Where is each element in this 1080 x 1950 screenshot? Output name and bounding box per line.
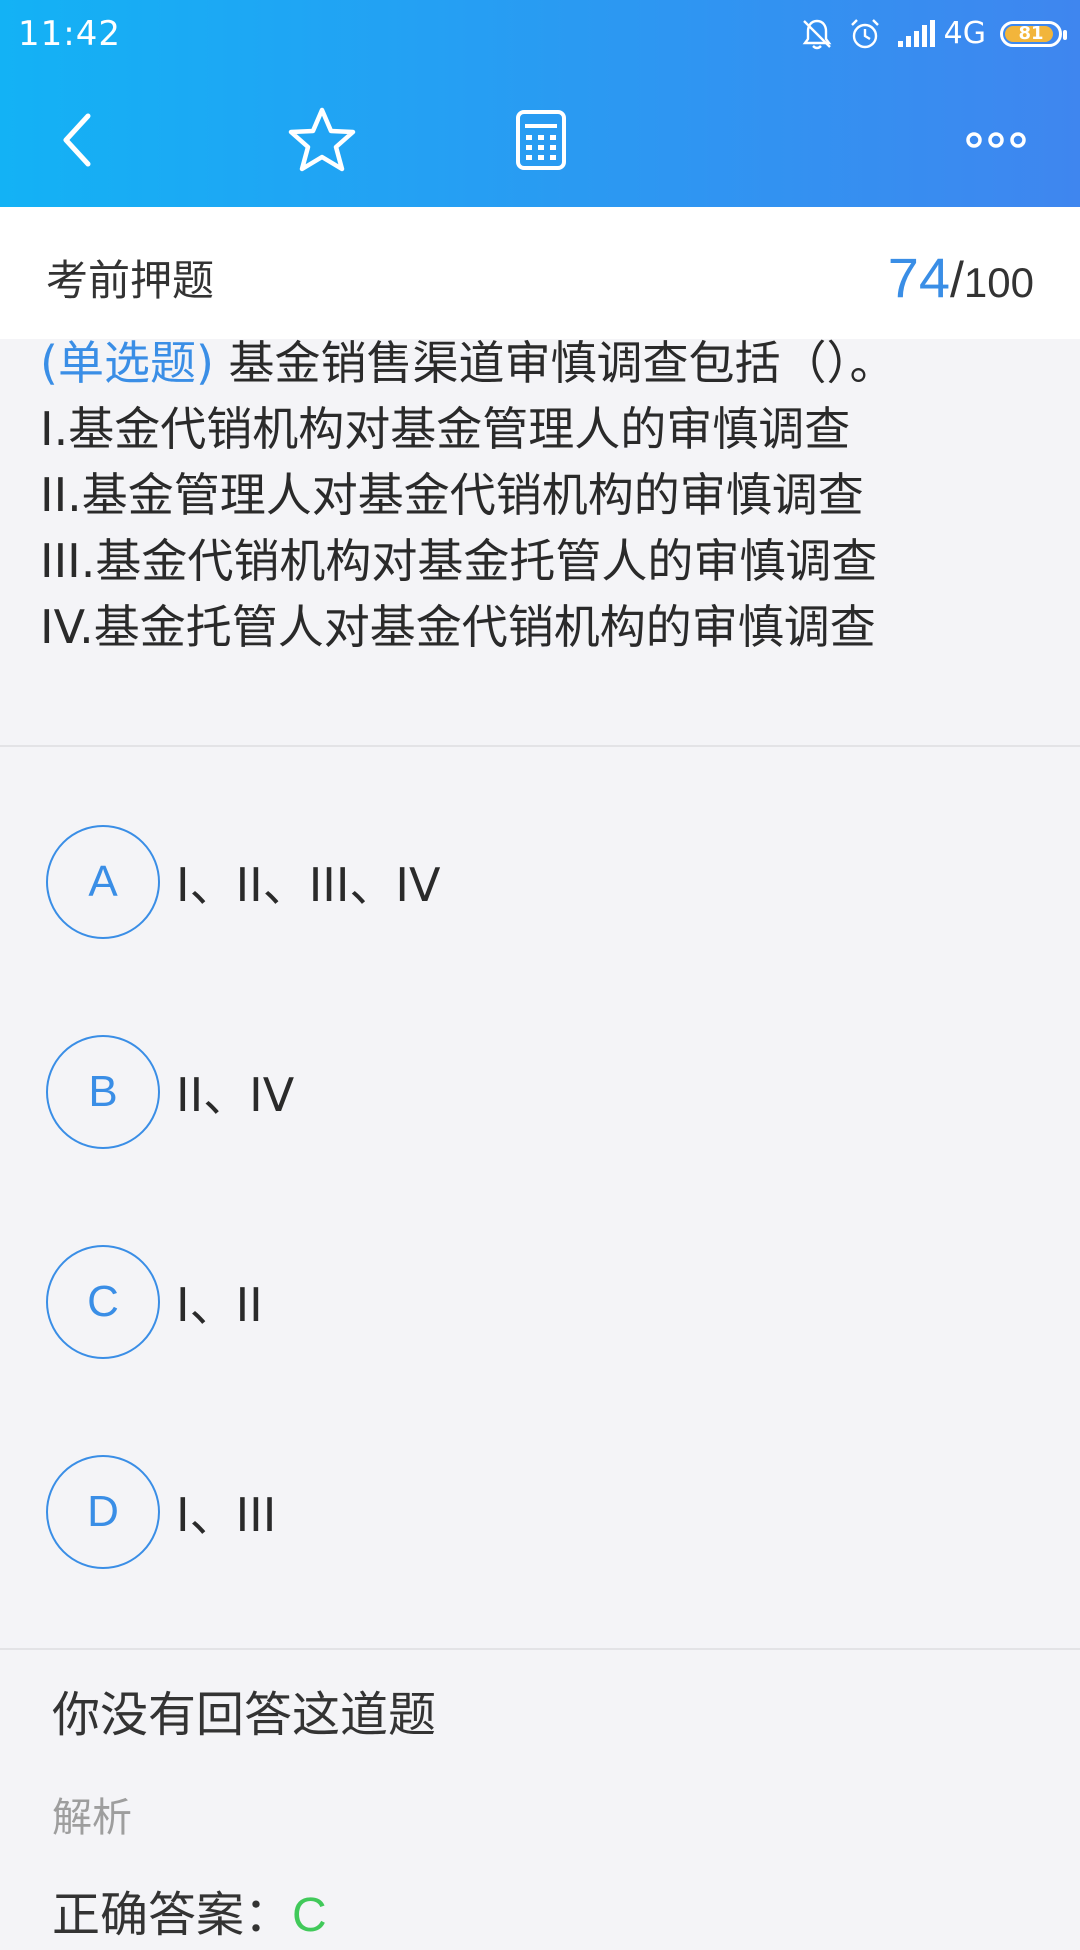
star-icon [288, 107, 356, 172]
signal-icon [896, 19, 936, 49]
calculator-icon [516, 110, 566, 170]
top-app-bar: 11:42 4G 81 [0, 0, 1080, 207]
divider [0, 745, 1080, 747]
network-type: 4G [943, 16, 986, 51]
total-questions: 100 [963, 259, 1034, 306]
question-stem: 基金销售渠道审慎调查包括（）。 [213, 336, 896, 390]
option-a[interactable]: A I、II、III、IV [46, 823, 440, 941]
title-bar: 考前押题 74/100 [0, 207, 1080, 339]
toolbar [0, 74, 1080, 207]
option-c[interactable]: C I、II [46, 1243, 263, 1361]
mute-bell-icon [800, 17, 834, 51]
question-item: I.基金代销机构对基金管理人的审慎调查 [40, 402, 851, 456]
battery-icon: 81 [1000, 20, 1067, 47]
status-icons: 4G 81 [800, 16, 1067, 51]
more-button[interactable] [958, 102, 1034, 178]
result-message: 你没有回答这道题 [52, 1687, 437, 1743]
counter-separator: / [950, 252, 964, 308]
back-icon [63, 113, 91, 167]
option-letter-circle: B [46, 1035, 160, 1149]
correct-answer: 正确答案：C [52, 1875, 327, 1945]
option-b[interactable]: B II、IV [46, 1033, 294, 1151]
status-time: 11:42 [18, 14, 121, 54]
current-question-number: 74 [887, 246, 951, 309]
divider [0, 1648, 1080, 1650]
back-button[interactable] [40, 102, 116, 178]
page-title: 考前押题 [46, 256, 215, 305]
question-item: IV.基金托管人对基金代销机构的审慎调查 [40, 600, 876, 654]
question-text: (单选题) 基金销售渠道审慎调查包括（）。 I.基金代销机构对基金管理人的审慎调… [40, 330, 1050, 660]
battery-level: 81 [1018, 23, 1044, 44]
option-letter-circle: D [46, 1455, 160, 1569]
analysis-label: 解析 [52, 1795, 132, 1841]
option-text: II、IV [176, 1068, 295, 1122]
more-icon [966, 132, 1026, 148]
question-stem-line: (单选题) 基金销售渠道审慎调查包括（）。 [40, 330, 1050, 396]
favorite-button[interactable] [284, 102, 360, 178]
option-letter-circle: A [46, 825, 160, 939]
option-d[interactable]: D I、III [46, 1453, 276, 1571]
question-item: II.基金管理人对基金代销机构的审慎调查 [40, 468, 864, 522]
option-letter-circle: C [46, 1245, 160, 1359]
option-text: I、II、III、IV [176, 858, 441, 912]
alarm-icon [848, 17, 882, 51]
correct-answer-label: 正确答案： [52, 1887, 293, 1943]
question-type: (单选题) [40, 336, 214, 390]
calculator-button[interactable] [503, 102, 579, 178]
question-counter: 74/100 [888, 245, 1034, 310]
option-text: I、II [176, 1278, 263, 1332]
correct-answer-value: C [292, 1889, 327, 1942]
question-item: III.基金代销机构对基金托管人的审慎调查 [40, 534, 878, 588]
option-text: I、III [176, 1488, 277, 1542]
status-bar: 11:42 4G 81 [0, 0, 1080, 74]
